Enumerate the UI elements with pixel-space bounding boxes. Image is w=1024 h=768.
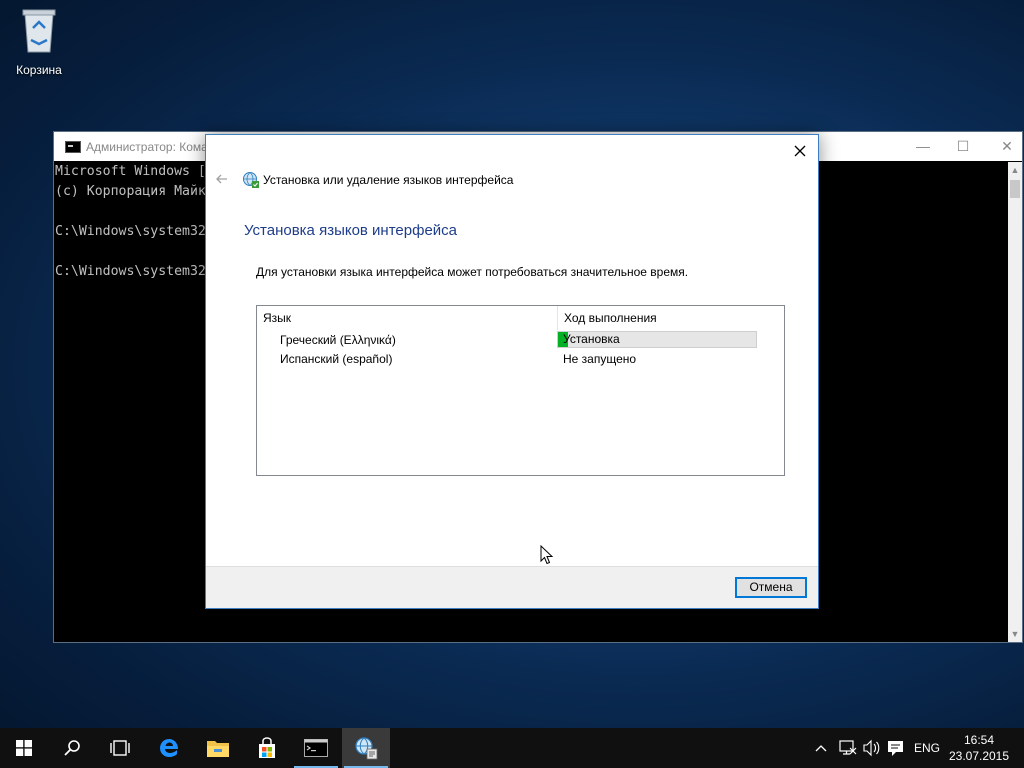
- progress-bar: Установка: [557, 331, 757, 348]
- language-settings-taskbar-button[interactable]: [342, 728, 390, 768]
- language-globe-icon: [243, 172, 259, 188]
- action-center-button[interactable]: [886, 728, 908, 768]
- console-scrollbar[interactable]: ▲ ▼: [1008, 162, 1022, 642]
- search-button[interactable]: [48, 728, 96, 768]
- scroll-thumb[interactable]: [1010, 180, 1020, 198]
- language-name: Греческий (Ελληνικά): [280, 333, 396, 347]
- command-prompt-icon: [304, 739, 328, 757]
- recycle-bin-label: Корзина: [16, 63, 62, 77]
- input-language-indicator[interactable]: ENG: [912, 728, 942, 768]
- store-icon: [259, 737, 275, 758]
- close-button[interactable]: ✕: [992, 136, 1022, 156]
- language-settings-icon: [355, 737, 378, 760]
- column-header-language[interactable]: Язык: [257, 306, 557, 330]
- scroll-up-arrow-icon[interactable]: ▲: [1008, 162, 1022, 178]
- file-explorer-icon: [207, 741, 229, 757]
- command-prompt-taskbar-button[interactable]: [292, 728, 340, 768]
- network-icon: [839, 740, 857, 755]
- show-hidden-icons-button[interactable]: [814, 728, 834, 768]
- list-item[interactable]: Испанский (español) Не запущено: [257, 350, 784, 369]
- minimize-button[interactable]: —: [908, 136, 938, 156]
- back-arrow-icon[interactable]: [214, 171, 230, 187]
- edge-icon: [160, 739, 178, 757]
- close-icon[interactable]: [790, 141, 810, 161]
- maximize-button[interactable]: ☐: [948, 136, 978, 156]
- clock[interactable]: 16:54 23.07.2015: [948, 732, 1010, 764]
- recycle-bin-shortcut[interactable]: Корзина: [8, 6, 70, 77]
- language-name: Испанский (español): [280, 352, 393, 366]
- start-icon: [16, 740, 32, 756]
- edge-button[interactable]: [145, 728, 193, 768]
- chevron-up-icon: [815, 745, 827, 752]
- scroll-down-arrow-icon[interactable]: ▼: [1008, 626, 1022, 642]
- volume-icon: [863, 739, 880, 757]
- volume-tray-button[interactable]: [862, 728, 884, 768]
- search-icon: [64, 740, 80, 756]
- mouse-pointer-icon: [540, 545, 554, 565]
- clock-date: 23.07.2015: [948, 749, 1010, 763]
- action-center-icon: [888, 741, 903, 756]
- start-button[interactable]: [0, 728, 48, 768]
- task-view-icon: [110, 740, 130, 756]
- progress-status: Установка: [563, 332, 620, 346]
- description-text: Для установки языка интерфейса может пот…: [256, 265, 689, 279]
- network-tray-button[interactable]: [838, 728, 860, 768]
- store-button[interactable]: [243, 728, 291, 768]
- command-prompt-icon: [65, 141, 81, 153]
- dialog-footer: Отмена: [206, 566, 818, 608]
- clock-time: 16:54: [963, 733, 995, 747]
- task-view-button[interactable]: [96, 728, 144, 768]
- list-item[interactable]: Греческий (Ελληνικά) Установка: [257, 331, 784, 350]
- dialog-header-title: Установка или удаление языков интерфейса: [263, 173, 514, 187]
- column-header-progress[interactable]: Ход выполнения: [557, 306, 757, 330]
- command-prompt-title: Администратор: Кома: [86, 140, 208, 154]
- install-display-languages-dialog[interactable]: Установка или удаление языков интерфейса…: [205, 134, 819, 609]
- page-title: Установка языков интерфейса: [244, 222, 458, 239]
- language-progress-list[interactable]: Язык Ход выполнения Греческий (Ελληνικά)…: [256, 305, 785, 476]
- progress-status: Не запущено: [563, 352, 637, 366]
- recycle-bin-icon: [22, 9, 56, 53]
- taskbar: ENG 16:54 23.07.2015: [0, 728, 1024, 768]
- file-explorer-button[interactable]: [194, 728, 242, 768]
- cancel-button[interactable]: Отмена: [735, 577, 807, 598]
